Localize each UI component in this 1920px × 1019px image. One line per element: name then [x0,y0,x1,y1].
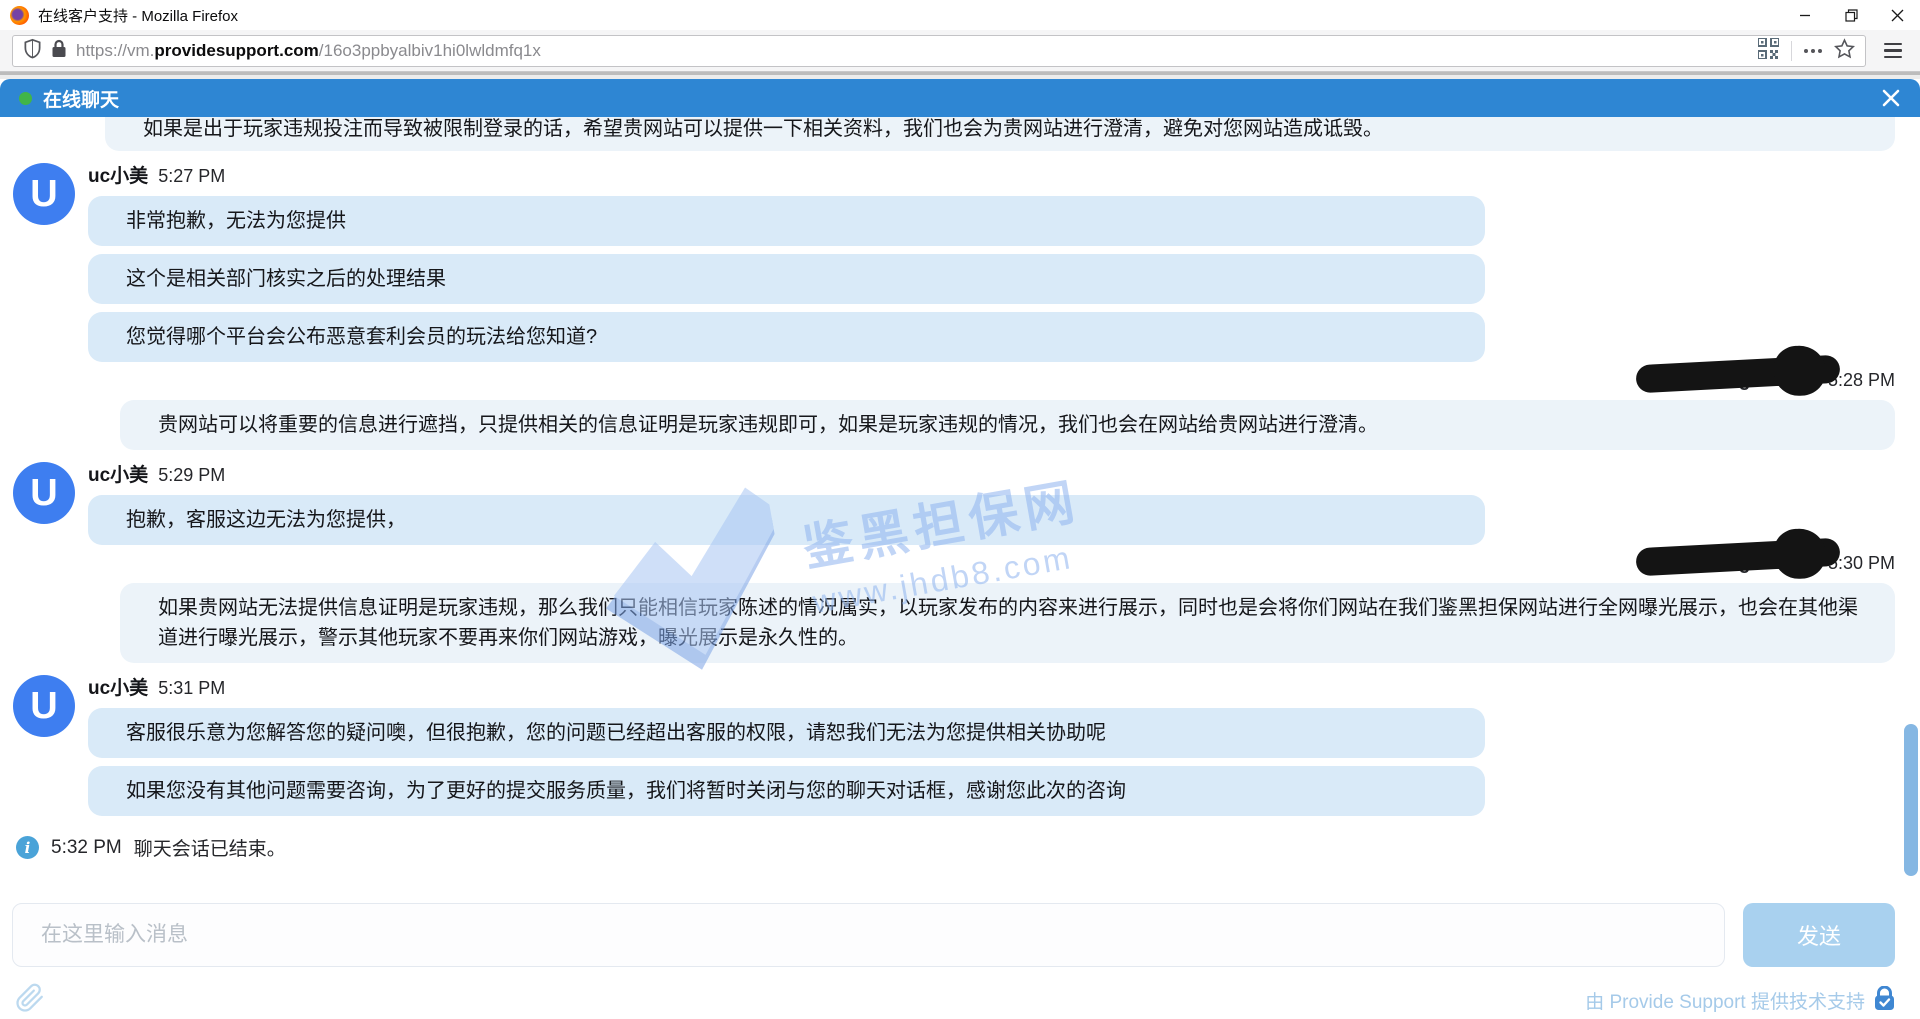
window-title: 在线客户支持 - Mozilla Firefox [38,5,238,26]
chat-bubble: 如果您没有其他问题需要咨询，为了更好的提交服务质量，我们将暂时关闭与您的聊天对话… [88,766,1485,816]
address-bar[interactable]: https://vm.providesupport.com/16o3ppbyal… [12,35,1866,67]
attachment-paperclip-icon[interactable] [15,982,45,1019]
agent-avatar: U [13,675,75,737]
close-chat-icon[interactable] [1881,88,1901,108]
send-button[interactable]: 发送 [1743,903,1895,967]
url-text: https://vm.providesupport.com/16o3ppbyal… [76,41,541,61]
chat-input-row: 发送 [0,891,1920,967]
firefox-icon [10,6,29,25]
chat-bubble: 贵网站可以将重要的信息进行遮挡，只提供相关的信息证明是玩家违规即可，如果是玩家违… [120,400,1895,450]
powered-by-link[interactable]: 由 Provide Support 提供技术支持 [1585,987,1865,1014]
agent-message-row: Uuc小美 5:31 PM 客服很乐意为您解答您的疑问噢，但很抱歉，您的问题已经超出… [0,673,1920,816]
agent-avatar: U [13,163,75,225]
agent-name: uc小美 [88,460,148,487]
chat-title: 在线聊天 [43,85,119,112]
chat-bubble: 您觉得哪个平台会公布恶意套利会员的玩法给您知道? [88,312,1485,362]
chat-bubble: 如果是出于玩家违规投注而导致被限制登录的话，希望贵网站可以提供一下相关资料，我们… [105,117,1895,151]
chat-bubble: 客服很乐意为您解答您的疑问噢，但很抱歉，您的问题已经超出客服的权限，请恕我们无法… [88,708,1485,758]
message-meta: uc小美 5:29 PM [88,460,1485,487]
message-time: 5:32 PM [51,837,122,859]
agent-message-group: uc小美 5:29 PM 抱歉，客服这边无法为您提供， [88,460,1485,545]
message-time: 5:27 PM [158,166,225,187]
message-meta: uc小美 5:31 PM [88,673,1485,700]
page-actions-icon[interactable] [1804,49,1822,53]
message-meta: dingbaogan5:30 PM [0,553,1895,575]
chat-footer: 由 Provide Support 提供技术支持 [0,967,1920,1019]
agent-message-row: Uuc小美 5:29 PM 抱歉，客服这边无法为您提供， [0,460,1920,545]
message-text: 如果是出于玩家违规投注而导致被限制登录的话，希望贵网站可以提供一下相关资料，我们… [143,117,1871,144]
message-time: 5:31 PM [158,678,225,699]
system-message-row: i 5:32 PM 聊天会话已结束。 [16,834,1920,861]
chat-header: 在线聊天 [0,79,1920,117]
restore-button[interactable] [1828,0,1874,30]
minimize-button[interactable] [1782,0,1828,30]
chat-bubble: 非常抱歉，无法为您提供 [88,196,1485,246]
user-message-row: dingbaogan5:28 PM 贵网站可以将重要的信息进行遮挡，只提供相关的信… [0,370,1920,450]
close-window-button[interactable] [1874,0,1920,30]
agent-name: uc小美 [88,161,148,188]
message-row-partial: 如果是出于玩家违规投注而导致被限制登录的话，希望贵网站可以提供一下相关资料，我们… [0,117,1920,151]
chat-bubble: 抱歉，客服这边无法为您提供， [88,495,1485,545]
agent-message-group: uc小美 5:31 PM 客服很乐意为您解答您的疑问噢，但很抱歉，您的问题已经超出客… [88,673,1485,816]
chat-widget: 在线聊天 鉴黑担保网 www.jhdb8.com 如果是出于玩家违规投注而导致被… [0,79,1920,1019]
chat-bubble: 如果贵网站无法提供信息证明是玩家违规，那么我们只能相信玩家陈述的情况属实，以玩家… [120,583,1895,663]
system-message-text: 聊天会话已结束。 [134,834,286,861]
qr-code-icon[interactable] [1758,38,1779,64]
window-titlebar: 在线客户支持 - Mozilla Firefox [0,0,1920,30]
message-time: 5:29 PM [158,465,225,486]
redacted-user-name: dingbaogan [1710,370,1818,392]
agent-message-row: Uuc小美 5:27 PM 非常抱歉，无法为您提供这个是相关部门核实之后的处理结果您… [0,161,1920,362]
message-meta: dingbaogan5:28 PM [0,370,1895,392]
user-message-row: dingbaogan5:30 PM 如果贵网站无法提供信息证明是玩家违规，那么我们… [0,553,1920,663]
browser-content: 在线聊天 鉴黑担保网 www.jhdb8.com 如果是出于玩家违规投注而导致被… [0,72,1920,1019]
redacted-user-name: dingbaogan [1710,553,1818,575]
message-input[interactable] [12,903,1725,967]
agent-name: uc小美 [88,673,148,700]
lock-icon[interactable] [51,39,67,63]
scrollbar-thumb[interactable] [1904,724,1918,876]
secure-lock-icon [1874,986,1895,1016]
chat-message-list[interactable]: 鉴黑担保网 www.jhdb8.com 如果是出于玩家违规投注而导致被限制登录的… [0,117,1920,891]
agent-message-group: uc小美 5:27 PM 非常抱歉，无法为您提供这个是相关部门核实之后的处理结果您觉… [88,161,1485,362]
online-status-dot [19,92,32,105]
page-top-strip [0,72,1920,79]
chat-bubble: 这个是相关部门核实之后的处理结果 [88,254,1485,304]
tracking-shield-icon[interactable] [23,38,42,64]
menu-icon[interactable] [1878,39,1908,63]
info-icon: i [16,836,39,859]
bookmark-star-icon[interactable] [1834,38,1855,64]
toolbar-separator [1791,41,1792,61]
message-meta: uc小美 5:27 PM [88,161,1485,188]
browser-toolbar: https://vm.providesupport.com/16o3ppbyal… [0,30,1920,72]
agent-avatar: U [13,462,75,524]
